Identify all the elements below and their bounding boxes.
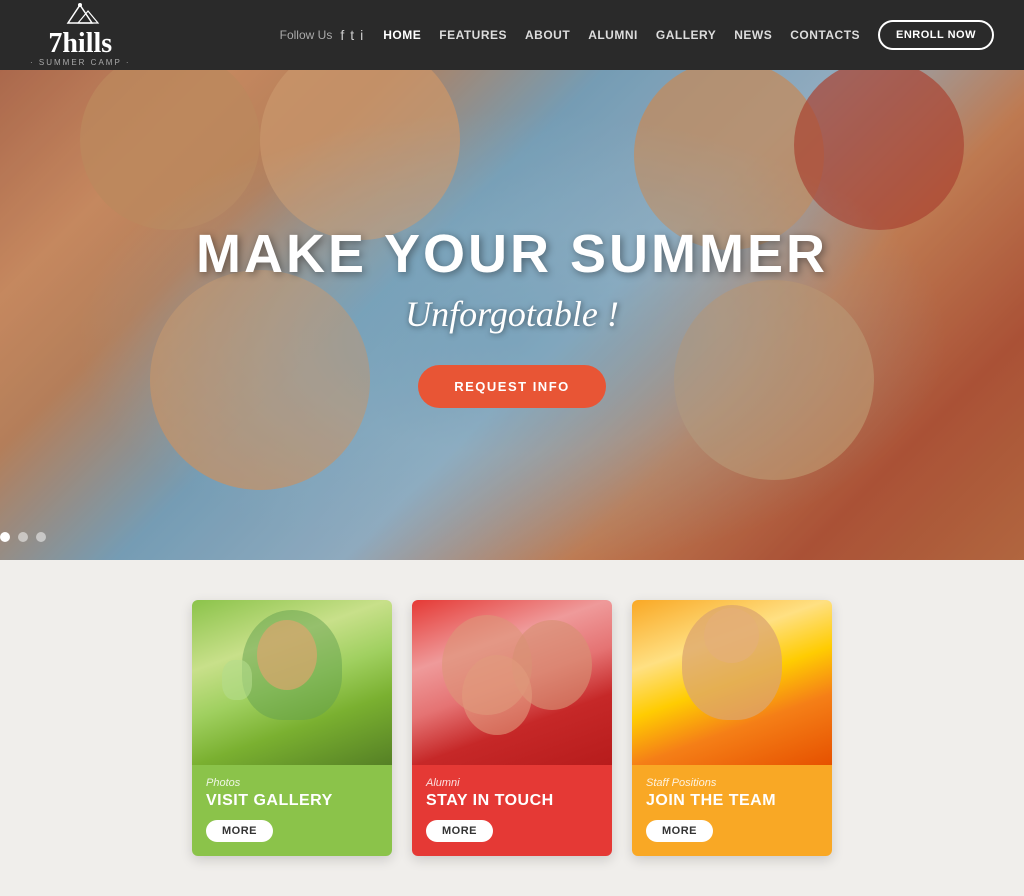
- card-child-body: [222, 660, 252, 700]
- facebook-icon[interactable]: f: [340, 27, 344, 43]
- card-staff-bottom: Staff Positions JOIN THE TEAM MORE: [632, 765, 832, 856]
- cards-section: Photos VISIT GALLERY MORE Alumni STAY IN…: [0, 560, 1024, 896]
- header: 7hills · SUMMER CAMP · Follow Us f t i H…: [0, 0, 1024, 70]
- card-alumni-more-button[interactable]: MORE: [426, 820, 493, 842]
- instagram-icon[interactable]: i: [360, 27, 363, 43]
- card-gallery-more-button[interactable]: MORE: [206, 820, 273, 842]
- card-staff-head: [704, 608, 759, 663]
- header-left: 7hills · SUMMER CAMP ·: [30, 3, 131, 67]
- twitter-icon[interactable]: t: [350, 27, 354, 43]
- card-staff-image: [632, 600, 832, 765]
- card-gallery-image: [192, 600, 392, 765]
- social-icons: f t i: [340, 27, 363, 43]
- hero-title: MAKE YOUR SUMMER: [196, 223, 828, 285]
- card-staff-category: Staff Positions: [646, 777, 818, 789]
- hero-dot-1[interactable]: [0, 532, 10, 542]
- card-staff: Staff Positions JOIN THE TEAM MORE: [632, 600, 832, 856]
- card-child-face: [257, 620, 317, 690]
- follow-us: Follow Us f t i: [280, 27, 364, 43]
- logo-subtitle: · SUMMER CAMP ·: [30, 58, 131, 67]
- nav-gallery[interactable]: GALLERY: [656, 28, 716, 42]
- nav-contacts[interactable]: CONTACTS: [790, 28, 860, 42]
- card-gallery-title: VISIT GALLERY: [206, 792, 378, 810]
- card-alumni-image: [412, 600, 612, 765]
- card-gallery-category: Photos: [206, 777, 378, 789]
- card-alumni-category: Alumni: [426, 777, 598, 789]
- header-right: Follow Us f t i HOME FEATURES ABOUT ALUM…: [280, 20, 994, 50]
- card-alumni-title: STAY IN TOUCH: [426, 792, 598, 810]
- hero-carousel-dots: [0, 532, 46, 542]
- enroll-button[interactable]: ENROLL NOW: [878, 20, 994, 50]
- hero-content: MAKE YOUR SUMMER Unforgotable ! REQUEST …: [0, 70, 1024, 560]
- card-child-face-3: [462, 655, 532, 735]
- nav-news[interactable]: NEWS: [734, 28, 772, 42]
- follow-us-label: Follow Us: [280, 28, 333, 42]
- nav-alumni[interactable]: ALUMNI: [588, 28, 638, 42]
- request-info-button[interactable]: REQUEST INFO: [418, 365, 606, 408]
- nav-about[interactable]: ABOUT: [525, 28, 570, 42]
- card-alumni: Alumni STAY IN TOUCH MORE: [412, 600, 612, 856]
- hero-dot-2[interactable]: [18, 532, 28, 542]
- card-staff-title: JOIN THE TEAM: [646, 792, 818, 810]
- hero-subtitle: Unforgotable !: [405, 293, 619, 335]
- card-gallery-bottom: Photos VISIT GALLERY MORE: [192, 765, 392, 856]
- card-alumni-bottom: Alumni STAY IN TOUCH MORE: [412, 765, 612, 856]
- nav-home[interactable]: HOME: [383, 28, 421, 42]
- hero-section: MAKE YOUR SUMMER Unforgotable ! REQUEST …: [0, 70, 1024, 560]
- card-gallery: Photos VISIT GALLERY MORE: [192, 600, 392, 856]
- navigation: HOME FEATURES ABOUT ALUMNI GALLERY NEWS …: [383, 20, 994, 50]
- logo-text: 7hills: [48, 30, 112, 58]
- hero-dot-3[interactable]: [36, 532, 46, 542]
- logo-mountain-icon: [60, 3, 100, 30]
- nav-features[interactable]: FEATURES: [439, 28, 507, 42]
- logo[interactable]: 7hills · SUMMER CAMP ·: [30, 3, 131, 67]
- card-staff-more-button[interactable]: MORE: [646, 820, 713, 842]
